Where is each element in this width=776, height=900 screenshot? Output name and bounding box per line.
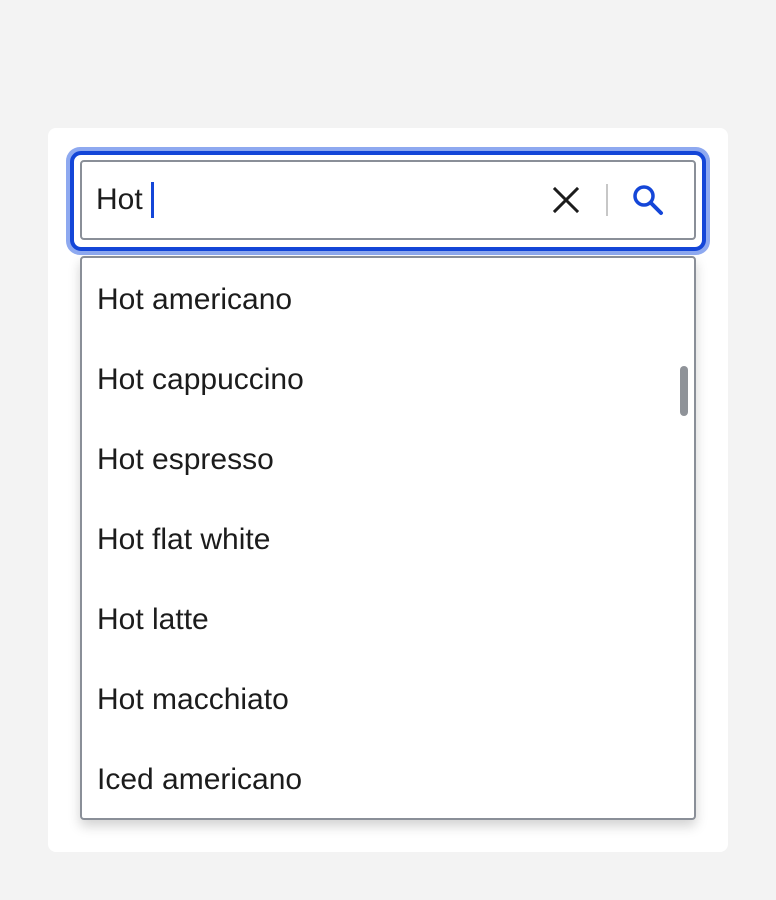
result-item[interactable]: Hot americano [82,260,694,340]
result-item[interactable]: Hot cappuccino [82,340,694,420]
result-item-label: Hot americano [97,283,293,316]
result-item[interactable]: Hot latte [82,580,694,660]
result-item-label: Iced americano [97,763,303,796]
search-input[interactable] [80,160,696,240]
search-divider [606,184,608,216]
scrollbar-thumb[interactable] [680,366,688,416]
results-list: Hot americano Hot cappuccino Hot espress… [82,260,694,818]
result-item[interactable]: Hot macchiato [82,660,694,740]
text-caret [150,182,154,218]
search-icon[interactable] [630,182,666,218]
search-query[interactable]: Hot [96,180,154,220]
result-item-label: Hot macchiato [97,683,289,716]
close-icon[interactable] [550,184,582,216]
result-item[interactable]: Hot espresso [82,420,694,500]
results-dropdown: Hot americano Hot cappuccino Hot espress… [80,256,696,820]
result-item-label: Hot espresso [97,443,274,476]
result-item-label: Hot cappuccino [97,363,304,396]
search-query-text: Hot [96,183,143,216]
result-item[interactable]: Hot flat white [82,500,694,580]
result-item-label: Hot latte [97,603,209,636]
result-item[interactable]: Iced americano [82,740,694,818]
result-item-label: Hot flat white [97,523,271,556]
